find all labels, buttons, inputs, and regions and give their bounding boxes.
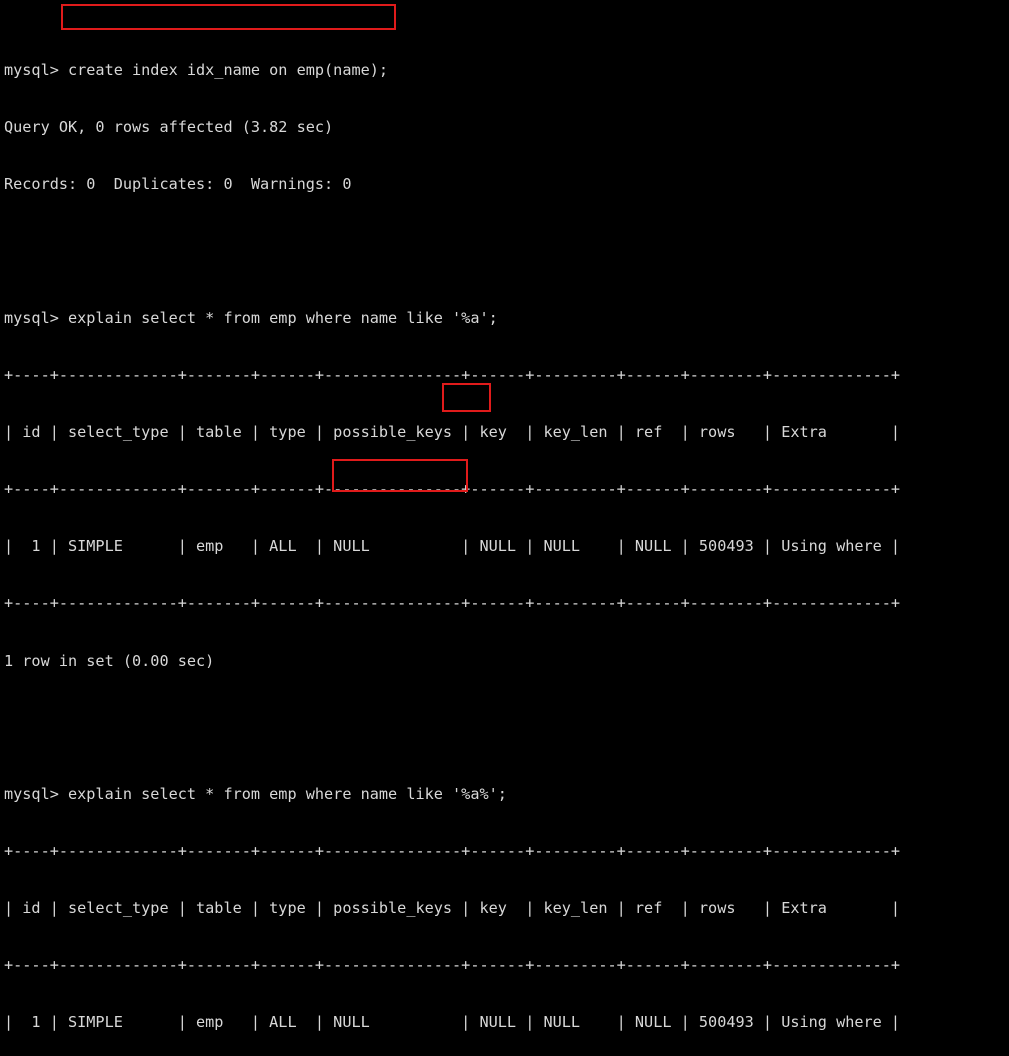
terminal-window[interactable]: mysql> create index idx_name on emp(name… bbox=[0, 0, 1009, 1031]
table2-rule-middle: +----+-------------+-------+------+-----… bbox=[4, 956, 901, 975]
command-line-create-index: mysql> create index idx_name on emp(name… bbox=[4, 61, 389, 80]
table2-data-row: | 1 | SIMPLE | emp | ALL | NULL | NULL |… bbox=[4, 1013, 901, 1032]
table1-footer-row-count: 1 row in set (0.00 sec) bbox=[4, 651, 215, 670]
table1-rule-bottom: +----+-------------+-------+------+-----… bbox=[4, 594, 901, 613]
result-query-ok: Query OK, 0 rows affected (3.82 sec) bbox=[4, 118, 334, 137]
command-line-explain-both-wildcards: mysql> explain select * from emp where n… bbox=[4, 784, 507, 803]
table1-header-row: | id | select_type | table | type | poss… bbox=[4, 423, 901, 442]
table1-rule-top: +----+-------------+-------+------+-----… bbox=[4, 365, 901, 384]
table2-rule-top: +----+-------------+-------+------+-----… bbox=[4, 842, 901, 861]
table1-rule-middle: +----+-------------+-------+------+-----… bbox=[4, 480, 901, 499]
table1-data-row: | 1 | SIMPLE | emp | ALL | NULL | NULL |… bbox=[4, 537, 901, 556]
command-line-explain-suffix-wildcard: mysql> explain select * from emp where n… bbox=[4, 308, 498, 327]
terminal-output: mysql> create index idx_name on emp(name… bbox=[4, 4, 1009, 1031]
result-records-summary: Records: 0 Duplicates: 0 Warnings: 0 bbox=[4, 175, 352, 194]
table2-header-row: | id | select_type | table | type | poss… bbox=[4, 899, 901, 918]
